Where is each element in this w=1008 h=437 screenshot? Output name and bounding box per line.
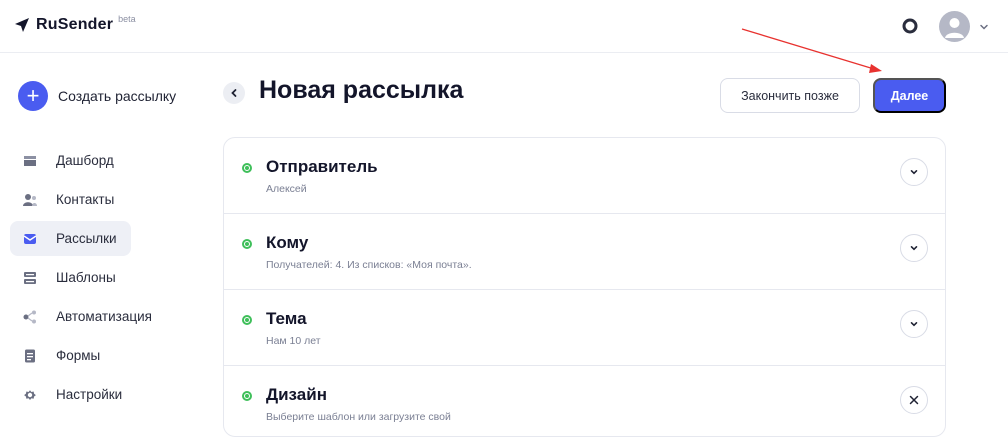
expand-step-button[interactable] bbox=[900, 158, 928, 186]
sidebar-item-automation[interactable]: Автоматизация bbox=[10, 299, 152, 334]
sidebar-item-label: Шаблоны bbox=[56, 270, 116, 285]
settings-gear-icon bbox=[24, 389, 36, 400]
step-recipients[interactable]: Кому Получателей: 4. Из списков: «Моя по… bbox=[224, 214, 945, 290]
next-button[interactable]: Далее bbox=[873, 78, 946, 113]
chevron-down-icon bbox=[910, 322, 918, 327]
templates-icon bbox=[24, 271, 36, 284]
plus-icon: + bbox=[18, 81, 48, 111]
logo[interactable]: RuSender beta bbox=[14, 14, 136, 36]
step-subtitle: Алексей bbox=[266, 183, 307, 195]
sidebar-item-settings[interactable]: Настройки bbox=[10, 377, 131, 412]
dashboard-icon bbox=[24, 155, 36, 166]
collapse-step-button[interactable] bbox=[900, 386, 928, 414]
mailings-icon bbox=[23, 233, 37, 244]
page-title: Новая рассылка bbox=[259, 76, 464, 104]
step-design[interactable]: Дизайн Выберите шаблон или загрузите сво… bbox=[224, 366, 945, 436]
beta-badge: beta bbox=[118, 14, 136, 24]
create-mailing-button[interactable]: + Создать рассылку bbox=[18, 80, 176, 112]
contacts-icon bbox=[23, 193, 37, 206]
sidebar-item-contacts[interactable]: Контакты bbox=[10, 182, 131, 217]
chevron-left-icon bbox=[231, 89, 237, 97]
step-status-icon bbox=[242, 163, 252, 173]
sidebar-item-label: Контакты bbox=[56, 192, 115, 207]
sidebar-item-label: Автоматизация bbox=[56, 309, 152, 324]
step-status-icon bbox=[242, 315, 252, 325]
step-sender[interactable]: Отправитель Алексей bbox=[224, 138, 945, 214]
logo-text: RuSender bbox=[36, 16, 114, 33]
step-title: Тема bbox=[266, 309, 307, 328]
sidebar-item-forms[interactable]: Формы bbox=[10, 338, 131, 373]
sidebar-item-templates[interactable]: Шаблоны bbox=[10, 260, 131, 295]
finish-later-button[interactable]: Закончить позже bbox=[720, 78, 860, 113]
campaign-steps-card: Отправитель Алексей Кому Получателей: 4.… bbox=[223, 137, 946, 437]
step-subject[interactable]: Тема Нам 10 лет bbox=[224, 290, 945, 366]
step-subtitle: Выберите шаблон или загрузите свой bbox=[266, 411, 451, 423]
paper-plane-icon bbox=[15, 18, 29, 32]
back-button[interactable] bbox=[223, 82, 245, 104]
forms-icon bbox=[25, 349, 35, 362]
sidebar-item-label: Настройки bbox=[56, 387, 123, 402]
chevron-down-icon[interactable] bbox=[978, 21, 990, 33]
close-icon bbox=[909, 395, 919, 405]
step-title: Дизайн bbox=[266, 385, 327, 404]
sidebar-item-label: Дашборд bbox=[56, 153, 114, 168]
step-title: Отправитель bbox=[266, 157, 378, 176]
sidebar-item-mailings[interactable]: Рассылки bbox=[10, 221, 131, 256]
sidebar-nav: Дашборд Контакты Рассылки Шаблоны Автома… bbox=[10, 143, 152, 416]
step-status-icon bbox=[242, 239, 252, 249]
expand-step-button[interactable] bbox=[900, 310, 928, 338]
top-bar: RuSender beta bbox=[0, 0, 1008, 53]
step-subtitle: Нам 10 лет bbox=[266, 335, 321, 347]
user-avatar-icon bbox=[945, 18, 964, 38]
automation-icon bbox=[23, 310, 36, 323]
step-status-icon bbox=[242, 391, 252, 401]
chevron-down-icon bbox=[910, 170, 918, 175]
sidebar-item-label: Формы bbox=[56, 348, 101, 363]
expand-step-button[interactable] bbox=[900, 234, 928, 262]
step-subtitle: Получателей: 4. Из списков: «Моя почта». bbox=[266, 259, 472, 271]
user-avatar[interactable] bbox=[939, 11, 970, 42]
help-button[interactable] bbox=[900, 16, 920, 36]
sidebar-item-label: Рассылки bbox=[56, 231, 117, 246]
chevron-down-icon bbox=[910, 246, 918, 251]
step-title: Кому bbox=[266, 233, 309, 252]
sidebar-item-dashboard[interactable]: Дашборд bbox=[10, 143, 131, 178]
lifebuoy-icon bbox=[902, 18, 918, 34]
create-mailing-label: Создать рассылку bbox=[58, 88, 177, 104]
